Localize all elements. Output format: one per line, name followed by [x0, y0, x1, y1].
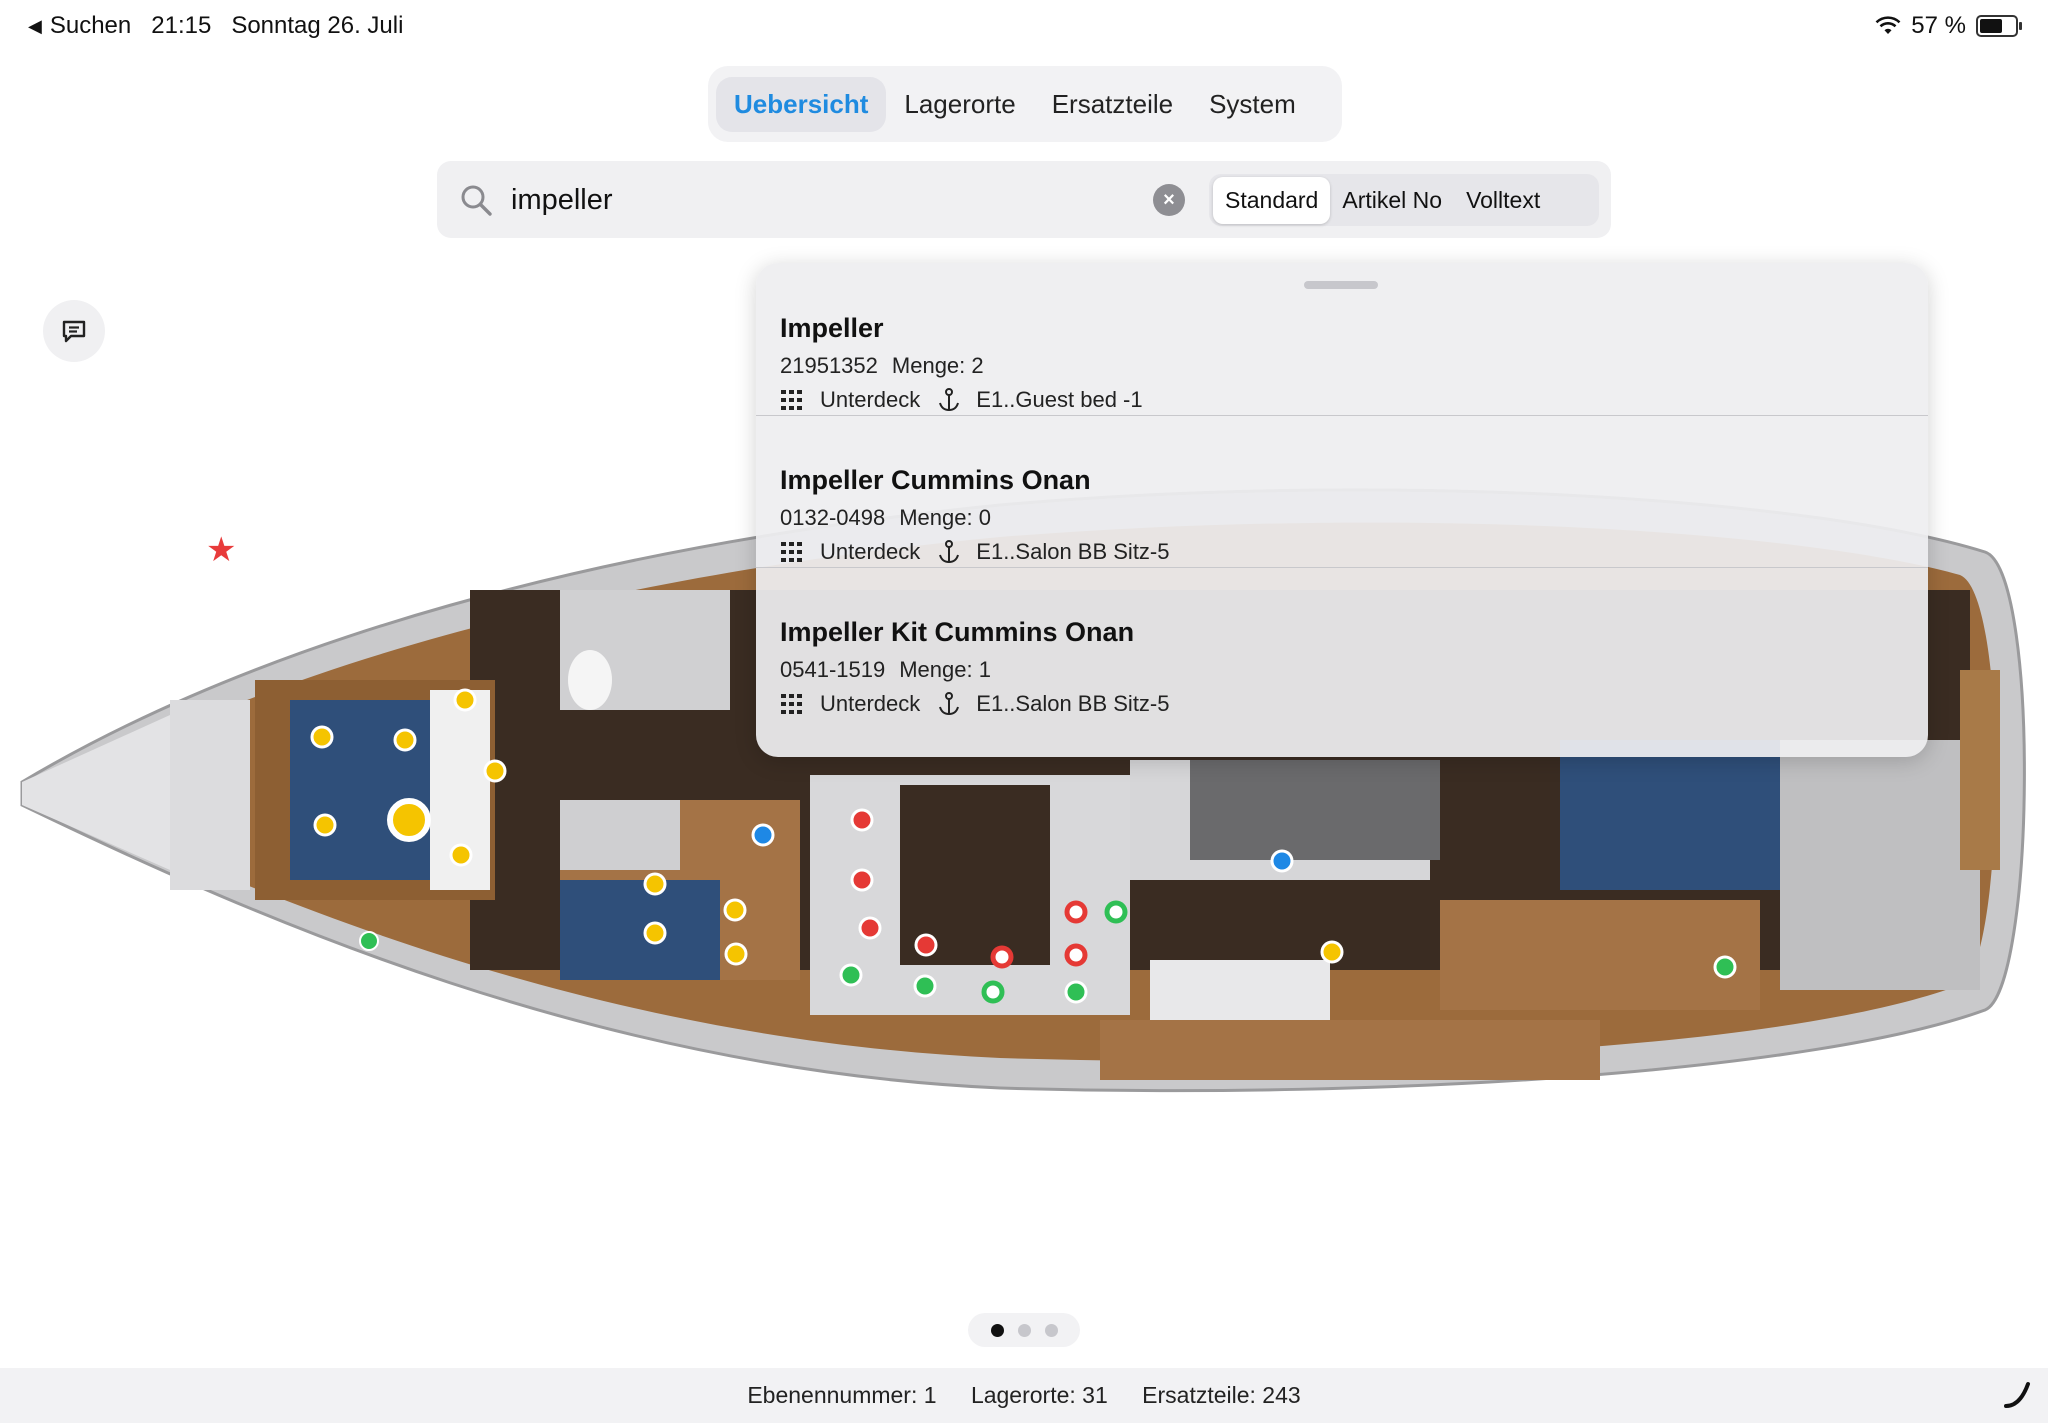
result-location: E1..Salon BB Sitz-5 [976, 539, 1170, 564]
marker-green [839, 963, 863, 987]
result-deck: Unterdeck [820, 387, 921, 412]
search-input[interactable] [509, 177, 1073, 223]
status-bar: ◀ Suchen 21:15 Sonntag 26. Juli 57 % [0, 0, 2048, 56]
marker-yellow [1320, 940, 1344, 964]
marker-green [1064, 980, 1088, 1004]
marker-yellow [483, 759, 507, 783]
battery-icon [1976, 15, 2022, 37]
marker-green [1713, 955, 1737, 979]
result-quantity: Menge: 2 [891, 353, 984, 378]
tab-system[interactable]: System [1191, 77, 1314, 132]
result-title: Impeller Kit Cummins Onan [780, 617, 1135, 647]
anchor-icon [939, 692, 960, 716]
search-results-panel: Impeller 21951352 Menge: 2 Unterdeck E1..… [756, 263, 1928, 757]
marker-yellow [643, 921, 667, 945]
tab-uebersicht[interactable]: Uebersicht [716, 76, 887, 132]
anchor-icon [939, 540, 960, 564]
status-date: Sonntag 26. Juli [231, 12, 404, 39]
marker-yellow [313, 813, 337, 837]
marker-yellow [723, 898, 747, 922]
page-dot-1[interactable] [990, 1323, 1004, 1337]
footer-level: Ebenennummer: 1 [747, 1382, 937, 1408]
battery-percent: 57 % [1911, 12, 1966, 39]
marker-red-outline [1064, 943, 1088, 967]
page-dot-2[interactable] [1017, 1323, 1031, 1337]
result-article-no: 0132-0498 [780, 505, 886, 530]
marker-green-outline [1104, 900, 1128, 924]
grid-icon [781, 694, 802, 714]
marker-yellow [449, 843, 473, 867]
result-article-no: 21951352 [780, 353, 878, 378]
marker-blue [751, 823, 775, 847]
wifi-icon [1875, 16, 1901, 34]
marker-yellow [393, 728, 417, 752]
result-deck: Unterdeck [820, 691, 921, 716]
marker-green [913, 974, 937, 998]
footer-bar: Ebenennummer: 1 Lagerorte: 31 Ersatzteil… [0, 1368, 2048, 1423]
tab-ersatzteile[interactable]: Ersatzteile [1034, 77, 1191, 132]
chat-button[interactable] [43, 300, 105, 362]
footer-locations: Lagerorte: 31 [970, 1382, 1108, 1408]
mode-standard[interactable]: Standard [1213, 176, 1331, 224]
grid-icon [781, 542, 802, 562]
grid-icon [781, 390, 802, 410]
mode-artikel-no[interactable]: Artikel No [1330, 177, 1454, 224]
search-mode-segment: Standard Artikel No Volltext [1209, 174, 1599, 226]
marker-yellow [453, 688, 477, 712]
marker-red-outline [990, 945, 1014, 969]
anchor-icon [939, 388, 960, 412]
page-indicator[interactable] [968, 1313, 1080, 1347]
result-quantity: Menge: 1 [899, 657, 991, 682]
marker-yellow [724, 942, 748, 966]
back-icon[interactable]: ◀ [28, 16, 42, 37]
back-link[interactable]: Suchen [50, 12, 131, 40]
result-deck: Unterdeck [820, 539, 921, 564]
mode-volltext[interactable]: Volltext [1454, 177, 1552, 224]
clear-icon[interactable]: × [1153, 184, 1185, 216]
marker-red-outline [1064, 900, 1088, 924]
phone-icon[interactable] [2000, 1376, 2034, 1410]
marker-red [850, 868, 874, 892]
marker-red [850, 808, 874, 832]
search-icon [461, 185, 492, 216]
result-article-no: 0541-1519 [780, 657, 886, 682]
result-quantity: Menge: 0 [899, 505, 991, 530]
marker-yellow-selected [387, 798, 431, 842]
status-time: 21:15 [151, 12, 212, 39]
chat-icon [62, 320, 86, 343]
footer-parts: Ersatzteile: 243 [1142, 1382, 1301, 1408]
marker-green [359, 931, 379, 951]
marker-green-outline [981, 980, 1005, 1004]
marker-red [858, 916, 882, 940]
result-location: E1..Guest bed -1 [976, 387, 1143, 412]
marker-yellow [310, 725, 334, 749]
marker-red [914, 933, 938, 957]
result-title: Impeller [780, 313, 884, 343]
tab-lagerorte[interactable]: Lagerorte [886, 77, 1033, 132]
marker-blue [1270, 849, 1294, 873]
result-item[interactable]: Impeller 21951352 Menge: 2 Unterdeck E1..… [756, 263, 1928, 415]
result-item[interactable]: Impeller Cummins Onan 0132-0498 Menge: 0 … [756, 415, 1928, 567]
result-title: Impeller Cummins Onan [780, 465, 1091, 495]
search-bar: × Standard Artikel No Volltext [437, 161, 1611, 238]
main-tabs: Uebersicht Lagerorte Ersatzteile System [708, 66, 1342, 142]
result-item[interactable]: Impeller Kit Cummins Onan 0541-1519 Menge… [756, 567, 1928, 719]
result-location: E1..Salon BB Sitz-5 [976, 691, 1170, 716]
page-dot-3[interactable] [1044, 1323, 1058, 1337]
marker-yellow [643, 872, 667, 896]
